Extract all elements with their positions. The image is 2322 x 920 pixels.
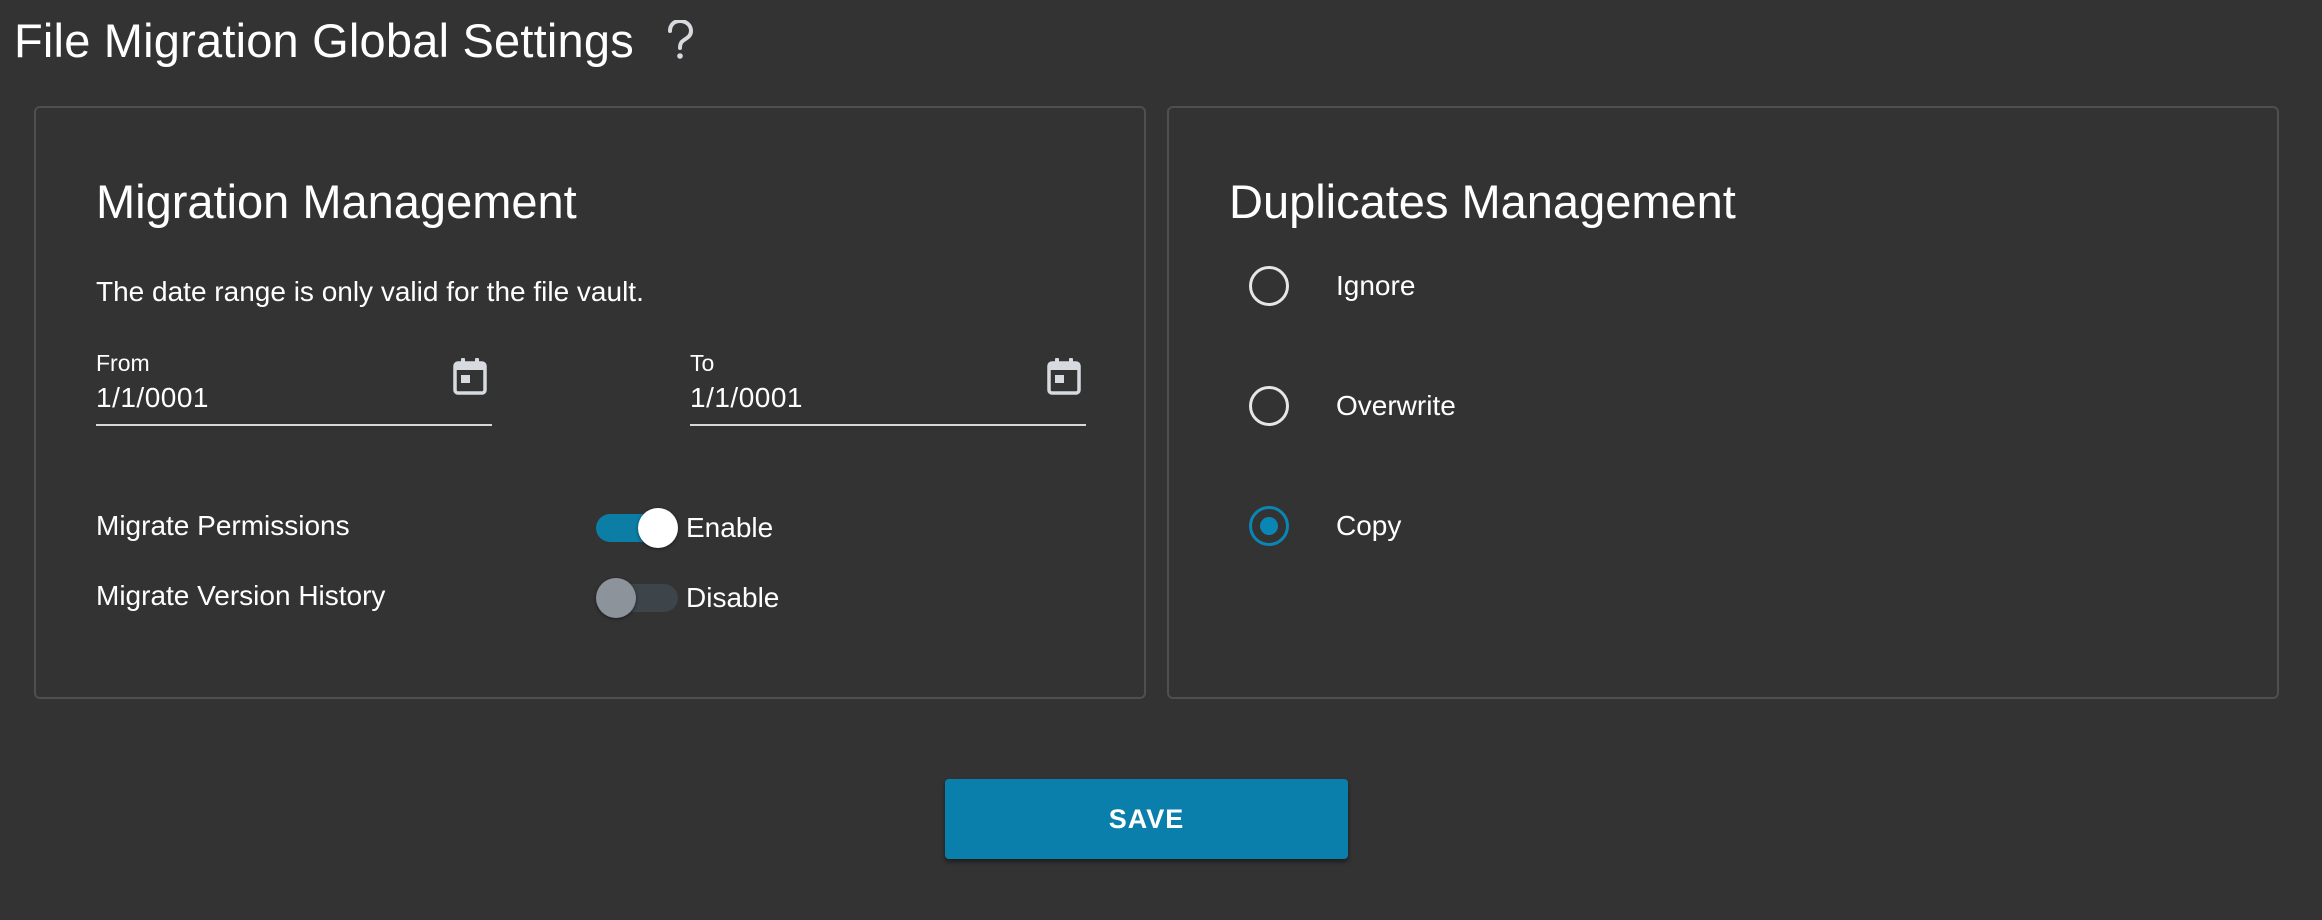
duplicates-management-title: Duplicates Management [1229,175,1736,228]
migrate-permissions-state: Enable [686,512,774,543]
page-header: File Migration Global Settings [14,8,700,72]
question-mark-icon[interactable] [660,16,700,64]
migration-management-title: Migration Management [96,175,577,228]
radio-option-copy[interactable]: Copy [1249,504,1749,548]
to-date-input[interactable]: 1/1/0001 [690,382,1020,414]
radio-label-copy: Copy [1336,510,1402,541]
migrate-permissions-toggle[interactable] [596,508,678,548]
to-date-label: To [690,350,715,376]
date-range-hint: The date range is only valid for the fil… [96,276,644,307]
toggle-thumb[interactable] [596,578,636,618]
migrate-version-history-toggle[interactable] [596,578,678,618]
migrate-permissions-label: Migrate Permissions [96,510,350,541]
save-button[interactable]: SAVE [945,779,1348,859]
from-date-input[interactable]: 1/1/0001 [96,382,426,414]
from-date-field[interactable]: From 1/1/0001 [96,348,492,426]
calendar-icon[interactable] [1046,356,1082,396]
migrate-version-history-state: Disable [686,582,780,613]
radio-label-ignore: Ignore [1336,270,1416,301]
radio-button-copy[interactable] [1249,506,1289,546]
page-title: File Migration Global Settings [14,13,634,67]
radio-button-overwrite[interactable] [1249,386,1289,426]
radio-label-overwrite: Overwrite [1336,390,1456,421]
toggle-thumb[interactable] [638,508,678,548]
duplicates-management-panel: Duplicates Management Ignore Overwrite C… [1167,106,2279,699]
from-date-label: From [96,350,150,376]
migrate-permissions-row: Migrate Permissions Enable [96,504,996,548]
migration-management-panel: Migration Management The date range is o… [34,106,1146,699]
migrate-version-history-label: Migrate Version History [96,580,386,611]
radio-button-ignore[interactable] [1249,266,1289,306]
radio-option-overwrite[interactable]: Overwrite [1249,384,1749,428]
to-date-field[interactable]: To 1/1/0001 [690,348,1086,426]
radio-option-ignore[interactable]: Ignore [1249,264,1749,308]
calendar-icon[interactable] [452,356,488,396]
migrate-version-history-row: Migrate Version History Disable [96,574,996,618]
